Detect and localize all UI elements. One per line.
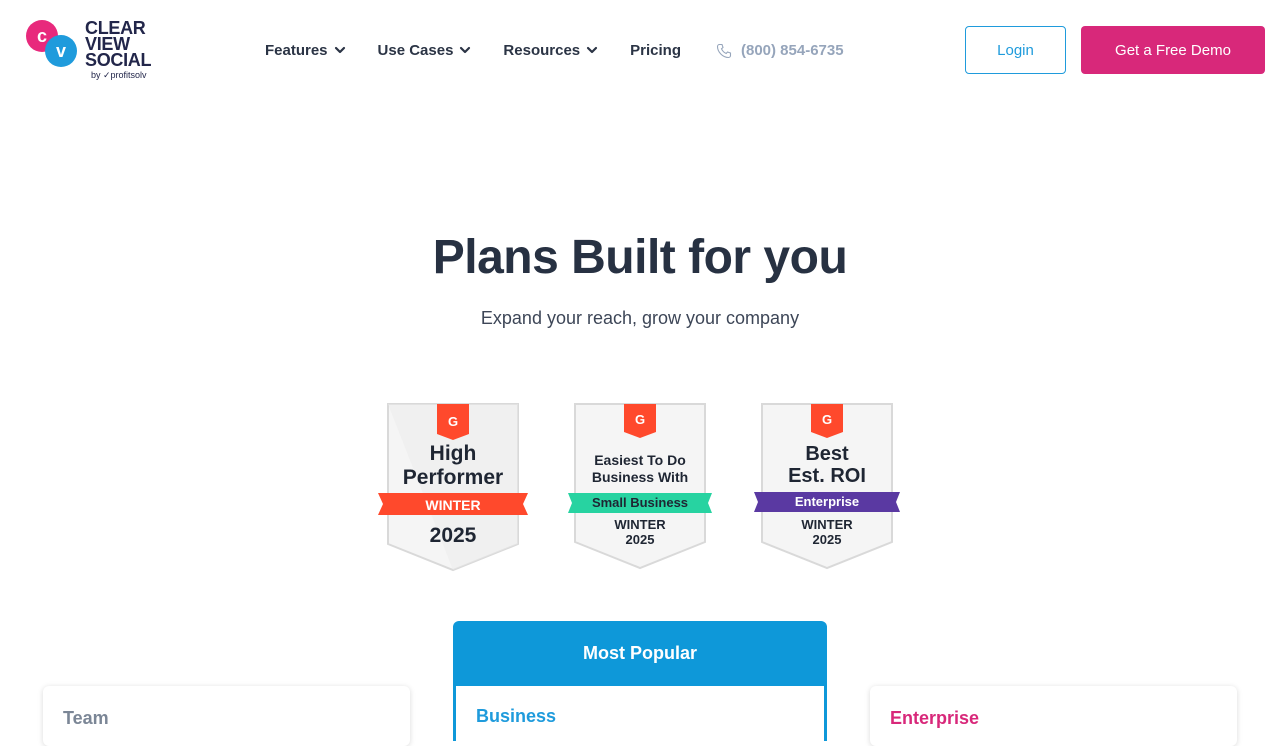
logo-mark: c v <box>26 20 80 70</box>
svg-text:G: G <box>635 412 645 427</box>
plan-name-business: Business <box>476 706 557 726</box>
plan-name-team: Team <box>63 708 109 728</box>
badge-line1: Best <box>805 443 849 465</box>
plan-card-business: Most Popular Business <box>453 621 827 746</box>
badge-line1: High <box>429 442 477 465</box>
badge-line2: Performer <box>402 466 504 489</box>
plan-card-team: Team <box>43 686 410 746</box>
badge-ribbon-text: Enterprise <box>794 494 860 509</box>
chevron-down-icon <box>587 46 598 54</box>
nav-resources[interactable]: Resources <box>503 42 598 59</box>
nav-pricing[interactable]: Pricing <box>630 42 681 59</box>
badge-ribbon-text: Small Business <box>591 495 689 510</box>
badge-line1: Easiest To Do <box>594 452 686 468</box>
plan-card-business-body: Business <box>456 686 824 746</box>
badge-year: 2025 <box>429 524 477 547</box>
nav-features-label: Features <box>265 41 328 59</box>
badge-year: 2025 <box>625 532 655 547</box>
logo-wordmark: CLEAR VIEW SOCIAL <box>85 19 160 70</box>
badge-season: WINTER <box>801 517 853 532</box>
plan-name-enterprise: Enterprise <box>890 708 980 728</box>
nav-pricing-label: Pricing <box>630 41 681 59</box>
page-subtitle: Expand your reach, grow your company <box>480 308 800 328</box>
chevron-down-icon <box>334 46 345 54</box>
badge-line2: Business With <box>591 469 689 485</box>
logo-v-circle: v <box>45 35 77 67</box>
page-title: Plans Built for you <box>432 231 848 284</box>
badge-year: 2025 <box>812 532 842 547</box>
badge-ribbon-text: WINTER <box>425 497 481 513</box>
svg-text:G: G <box>448 414 458 429</box>
plan-card-enterprise: Enterprise <box>870 686 1237 746</box>
most-popular-label: Most Popular <box>582 643 697 663</box>
nav-use-cases[interactable]: Use Cases <box>378 42 472 59</box>
nav-use-cases-label: Use Cases <box>377 41 454 59</box>
nav-resources-label: Resources <box>503 41 581 59</box>
g2-badge-high-performer: G High Performer WINTER 2025 <box>378 402 528 572</box>
g2-badge-best-est-roi: G Best Est. ROI Enterprise WINTER 2025 <box>752 402 902 572</box>
svg-text:G: G <box>822 412 832 427</box>
phone-icon <box>716 43 732 59</box>
get-free-demo-button[interactable]: Get a Free Demo <box>1081 26 1265 74</box>
clearview-social-logo[interactable]: c v CLEAR VIEW SOCIAL by ✓profitsolv <box>26 19 160 82</box>
login-button[interactable]: Login <box>965 26 1066 74</box>
phone-link[interactable]: (800) 854-6735 <box>716 41 844 59</box>
logo-byline: by ✓profitsolv <box>91 70 147 80</box>
badge-line2: Est. ROI <box>788 465 866 487</box>
main-nav: Features Use Cases Resources Pricing (80… <box>265 38 844 62</box>
badge-season: WINTER <box>614 517 666 532</box>
site-header: c v CLEAR VIEW SOCIAL by ✓profitsolv Fea… <box>0 0 1280 100</box>
chevron-down-icon <box>460 46 471 54</box>
g2-badge-easiest-to-do-business: G Easiest To Do Business With Small Busi… <box>565 402 715 572</box>
nav-features[interactable]: Features <box>265 42 346 59</box>
phone-number: (800) 854-6735 <box>741 41 844 59</box>
logo-word-social: SOCIAL <box>85 50 152 70</box>
